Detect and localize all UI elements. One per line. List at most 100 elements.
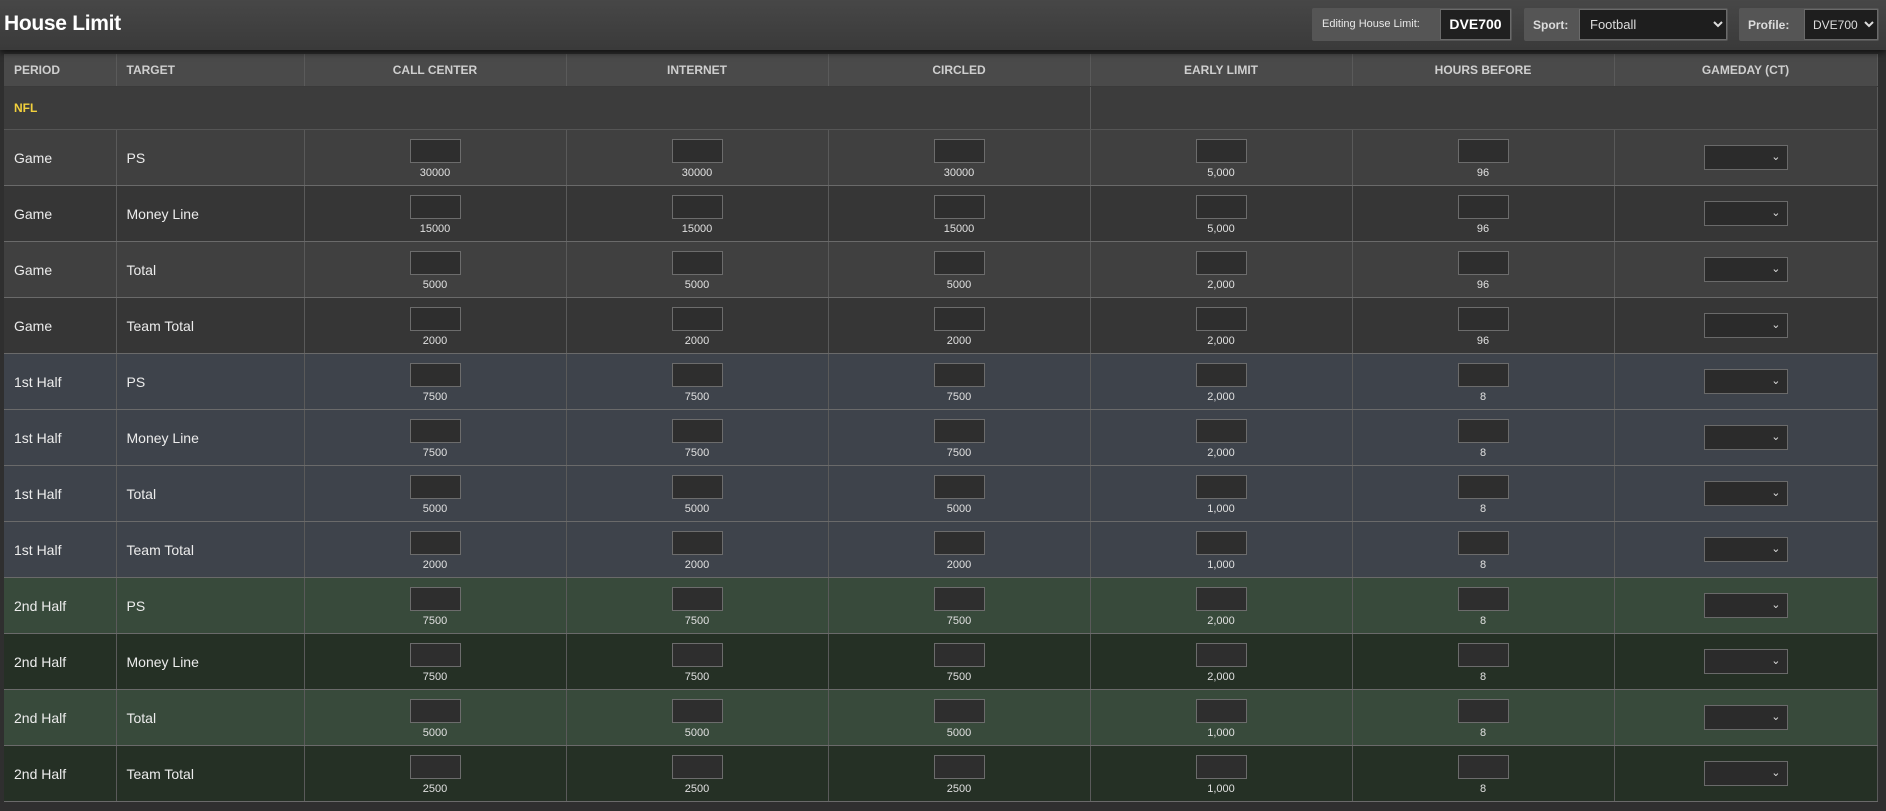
early-limit-input[interactable] xyxy=(1195,754,1247,779)
early-limit-value: 2,000 xyxy=(1207,670,1235,683)
early-limit-input[interactable] xyxy=(1195,138,1247,163)
early-limit-value: 5,000 xyxy=(1207,166,1235,179)
internet-input[interactable] xyxy=(671,530,723,555)
profile-select[interactable]: DVE700 xyxy=(1804,9,1878,40)
circled-input[interactable] xyxy=(933,250,985,275)
circled-input[interactable] xyxy=(933,138,985,163)
hours-before-input[interactable] xyxy=(1457,698,1509,723)
gameday-select[interactable]: ⌄ xyxy=(1703,313,1788,338)
early-limit-input[interactable] xyxy=(1195,586,1247,611)
gameday-select[interactable]: ⌄ xyxy=(1703,593,1788,618)
hours-before-input[interactable] xyxy=(1457,642,1509,667)
call-center-input[interactable] xyxy=(409,138,461,163)
early-limit-input[interactable] xyxy=(1195,530,1247,555)
circled-input[interactable] xyxy=(933,642,985,667)
hours-before-input[interactable] xyxy=(1457,530,1509,555)
hours-before-input[interactable] xyxy=(1457,138,1509,163)
circled-input[interactable] xyxy=(933,754,985,779)
hours-before-input[interactable] xyxy=(1457,250,1509,275)
profile-label: Profile: xyxy=(1748,18,1790,32)
internet-input[interactable] xyxy=(671,642,723,667)
gameday-select[interactable]: ⌄ xyxy=(1703,257,1788,282)
internet-input[interactable] xyxy=(671,306,723,331)
column-header-target: TARGET xyxy=(116,54,305,87)
call-center-cell: 30000 xyxy=(304,129,567,186)
call-center-input[interactable] xyxy=(409,250,461,275)
early-limit-input[interactable] xyxy=(1195,306,1247,331)
early-limit-input[interactable] xyxy=(1195,362,1247,387)
hours-before-input[interactable] xyxy=(1457,474,1509,499)
circled-input[interactable] xyxy=(933,474,985,499)
early-limit-input[interactable] xyxy=(1195,250,1247,275)
hours-before-input[interactable] xyxy=(1457,586,1509,611)
circled-input[interactable] xyxy=(933,530,985,555)
table-row: 1st Half Total 5000 5000 5000 1,000 8 ⌄ xyxy=(4,465,1878,522)
call-center-input[interactable] xyxy=(409,698,461,723)
gameday-select[interactable]: ⌄ xyxy=(1703,369,1788,394)
hours-before-input[interactable] xyxy=(1457,754,1509,779)
gameday-select[interactable]: ⌄ xyxy=(1703,761,1788,786)
circled-value: 7500 xyxy=(946,670,972,683)
gameday-select[interactable]: ⌄ xyxy=(1703,705,1788,730)
call-center-input[interactable] xyxy=(409,474,461,499)
call-center-value: 2500 xyxy=(422,782,448,795)
circled-value: 7500 xyxy=(946,614,972,627)
internet-input[interactable] xyxy=(671,138,723,163)
early-limit-input[interactable] xyxy=(1195,698,1247,723)
internet-input[interactable] xyxy=(671,362,723,387)
hours-before-input[interactable] xyxy=(1457,362,1509,387)
internet-input[interactable] xyxy=(671,194,723,219)
call-center-input[interactable] xyxy=(409,194,461,219)
gameday-select[interactable]: ⌄ xyxy=(1703,537,1788,562)
circled-input[interactable] xyxy=(933,194,985,219)
hours-before-input[interactable] xyxy=(1457,306,1509,331)
call-center-input[interactable] xyxy=(409,530,461,555)
chevron-down-icon: ⌄ xyxy=(1771,207,1781,219)
call-center-input[interactable] xyxy=(409,418,461,443)
circled-input[interactable] xyxy=(933,698,985,723)
call-center-value: 7500 xyxy=(422,614,448,627)
internet-input[interactable] xyxy=(671,586,723,611)
limits-table-container: PERIOD TARGET CALL CENTER INTERNET CIRCL… xyxy=(4,54,1878,802)
call-center-input[interactable] xyxy=(409,362,461,387)
early-limit-input[interactable] xyxy=(1195,642,1247,667)
call-center-cell: 7500 xyxy=(304,577,567,634)
call-center-input[interactable] xyxy=(409,586,461,611)
gameday-select[interactable]: ⌄ xyxy=(1703,145,1788,170)
early-limit-input[interactable] xyxy=(1195,474,1247,499)
chevron-down-icon: ⌄ xyxy=(1771,375,1781,387)
hours-before-input[interactable] xyxy=(1457,418,1509,443)
gameday-cell: ⌄ xyxy=(1614,297,1878,354)
target-cell: Team Total xyxy=(116,745,305,802)
sport-select[interactable]: Football xyxy=(1579,9,1727,40)
gameday-select[interactable]: ⌄ xyxy=(1703,201,1788,226)
editing-value: DVE700 xyxy=(1440,9,1511,40)
period-cell: Game xyxy=(4,185,117,242)
gameday-select[interactable]: ⌄ xyxy=(1703,649,1788,674)
circled-input[interactable] xyxy=(933,418,985,443)
internet-input[interactable] xyxy=(671,474,723,499)
call-center-input[interactable] xyxy=(409,642,461,667)
call-center-input[interactable] xyxy=(409,306,461,331)
internet-input[interactable] xyxy=(671,250,723,275)
circled-input[interactable] xyxy=(933,306,985,331)
gameday-select[interactable]: ⌄ xyxy=(1703,481,1788,506)
hours-before-cell: 8 xyxy=(1352,353,1615,410)
internet-input[interactable] xyxy=(671,698,723,723)
internet-input[interactable] xyxy=(671,754,723,779)
early-limit-cell: 2,000 xyxy=(1090,409,1353,466)
early-limit-input[interactable] xyxy=(1195,418,1247,443)
hours-before-input[interactable] xyxy=(1457,194,1509,219)
internet-input[interactable] xyxy=(671,418,723,443)
early-limit-input[interactable] xyxy=(1195,194,1247,219)
table-header-row: PERIOD TARGET CALL CENTER INTERNET CIRCL… xyxy=(4,54,1878,87)
circled-input[interactable] xyxy=(933,362,985,387)
gameday-select[interactable]: ⌄ xyxy=(1703,425,1788,450)
table-row: Game PS 30000 30000 30000 5,000 96 ⌄ xyxy=(4,129,1878,186)
circled-input[interactable] xyxy=(933,586,985,611)
gameday-cell: ⌄ xyxy=(1614,241,1878,298)
call-center-value: 7500 xyxy=(422,670,448,683)
call-center-input[interactable] xyxy=(409,754,461,779)
table-row: 2nd Half Money Line 7500 7500 7500 2,000 8 ⌄ xyxy=(4,633,1878,690)
period-cell: 1st Half xyxy=(4,353,117,410)
